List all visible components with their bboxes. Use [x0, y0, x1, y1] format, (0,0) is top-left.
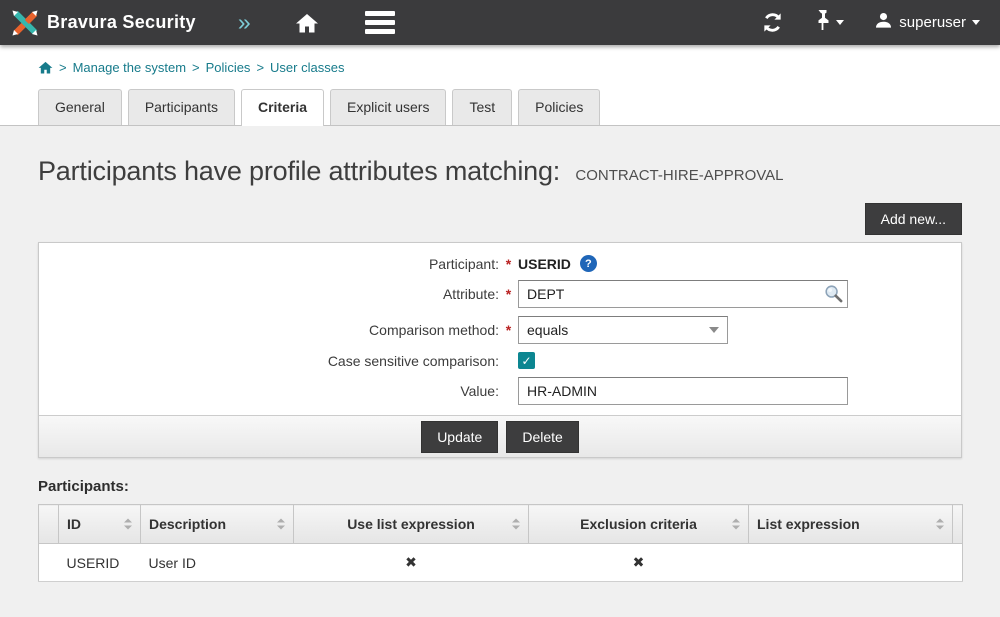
attribute-row: Attribute: *: [39, 280, 961, 308]
help-icon[interactable]: ?: [580, 255, 597, 272]
breadcrumb-link-policies[interactable]: Policies: [206, 60, 251, 75]
criteria-form-panel: Participant: * USERID ? Attribute: *: [38, 242, 962, 458]
navbar-left: Bravura Security »: [10, 8, 395, 38]
app-window: Bravura Security »: [0, 0, 1000, 617]
attribute-label: Attribute:: [39, 286, 499, 302]
sort-icon: [512, 519, 520, 530]
header-spacer: [39, 505, 59, 544]
refresh-icon[interactable]: [761, 11, 784, 34]
search-icon[interactable]: [824, 284, 843, 308]
delete-button[interactable]: Delete: [506, 421, 578, 453]
breadcrumb-separator: >: [192, 60, 200, 75]
page-title: Participants have profile attributes mat…: [38, 156, 962, 187]
participant-label: Participant:: [39, 256, 499, 272]
case-sensitive-row: Case sensitive comparison: ✓: [39, 352, 961, 369]
criteria-form-body: Participant: * USERID ? Attribute: *: [39, 243, 961, 415]
sort-icon: [124, 519, 132, 530]
tab-bar: General Participants Criteria Explicit u…: [0, 89, 1000, 126]
form-actions: Update Delete: [39, 415, 961, 457]
required-marker: *: [499, 256, 518, 272]
value-input[interactable]: [518, 377, 848, 405]
update-button[interactable]: Update: [421, 421, 498, 453]
cross-icon: ✖: [294, 544, 529, 582]
comparison-method-value: equals: [527, 322, 568, 338]
cell-id: USERID: [59, 544, 141, 582]
navbar-right: superuser: [761, 10, 980, 35]
tab-participants[interactable]: Participants: [128, 89, 235, 125]
column-header-description[interactable]: Description: [141, 505, 294, 544]
top-navbar: Bravura Security »: [0, 0, 1000, 45]
tab-criteria[interactable]: Criteria: [241, 89, 324, 126]
comparison-method-label: Comparison method:: [39, 322, 499, 338]
main-content: Participants have profile attributes mat…: [0, 126, 1000, 617]
user-class-name: CONTRACT-HIRE-APPROVAL: [575, 167, 783, 184]
sort-icon: [936, 519, 944, 530]
participant-row: Participant: * USERID ?: [39, 255, 961, 272]
checkmark-icon: ✓: [521, 355, 531, 367]
breadcrumb-link-manage-the-system[interactable]: Manage the system: [73, 60, 186, 75]
value-row: Value:: [39, 377, 961, 405]
tab-explicit-users[interactable]: Explicit users: [330, 89, 446, 125]
user-menu[interactable]: superuser: [874, 11, 980, 34]
breadcrumb-home-icon[interactable]: [38, 60, 53, 75]
user-icon: [874, 11, 893, 34]
sort-icon: [277, 519, 285, 530]
subheader: > Manage the system > Policies > User cl…: [0, 45, 1000, 126]
tab-test[interactable]: Test: [452, 89, 512, 125]
breadcrumb: > Manage the system > Policies > User cl…: [0, 45, 1000, 89]
sort-icon: [732, 519, 740, 530]
required-marker: *: [499, 286, 518, 302]
tab-policies[interactable]: Policies: [518, 89, 600, 125]
toolbar: Add new...: [38, 203, 962, 235]
chevron-down-icon: [972, 20, 980, 25]
participant-value: USERID: [518, 256, 571, 272]
breadcrumb-link-user-classes[interactable]: User classes: [270, 60, 344, 75]
column-header-id[interactable]: ID: [59, 505, 141, 544]
chevron-down-icon: [709, 327, 719, 333]
header-spacer: [953, 505, 963, 544]
table-row: USERID User ID ✖ ✖: [39, 544, 963, 582]
attribute-input[interactable]: [518, 280, 848, 308]
add-new-button[interactable]: Add new...: [865, 203, 962, 235]
cross-icon: ✖: [529, 544, 749, 582]
breadcrumb-separator: >: [256, 60, 264, 75]
pin-icon: [814, 10, 831, 35]
tab-general[interactable]: General: [38, 89, 122, 125]
column-header-list-expression[interactable]: List expression: [749, 505, 953, 544]
bravura-logo-icon: [10, 8, 40, 38]
comparison-method-row: Comparison method: * equals: [39, 316, 961, 344]
value-label: Value:: [39, 383, 499, 399]
user-name: superuser: [899, 14, 966, 31]
participants-table-caption: Participants:: [38, 478, 962, 495]
home-icon[interactable]: [295, 11, 319, 35]
breadcrumb-separator: >: [59, 60, 67, 75]
pin-menu[interactable]: [814, 10, 844, 35]
chevron-down-icon: [836, 20, 844, 25]
case-sensitive-checkbox[interactable]: ✓: [518, 352, 535, 369]
comparison-method-select[interactable]: equals: [518, 316, 728, 344]
table-header-row: ID Description Use list expression: [39, 505, 963, 544]
menu-icon[interactable]: [365, 11, 395, 34]
column-header-use-list-expression[interactable]: Use list expression: [294, 505, 529, 544]
row-spacer: [39, 544, 59, 582]
participants-table: ID Description Use list expression: [38, 504, 963, 582]
page-title-text: Participants have profile attributes mat…: [38, 156, 560, 186]
row-spacer: [953, 544, 963, 582]
case-sensitive-label: Case sensitive comparison:: [39, 353, 499, 369]
required-marker: *: [499, 322, 518, 338]
cell-description: User ID: [141, 544, 294, 582]
column-header-exclusion-criteria[interactable]: Exclusion criteria: [529, 505, 749, 544]
brand-name: Bravura Security: [47, 12, 196, 33]
expand-chevron-icon[interactable]: »: [238, 11, 251, 34]
cell-list-expression: [749, 544, 953, 582]
